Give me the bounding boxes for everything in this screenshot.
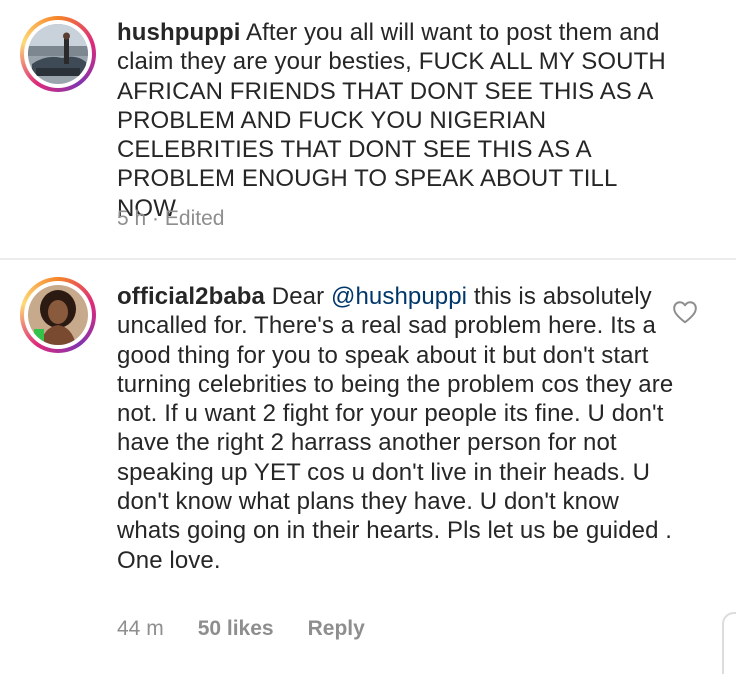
comment-body-start: Dear xyxy=(271,283,331,310)
corner-edge-decoration xyxy=(722,612,736,674)
username-link[interactable]: official2baba xyxy=(117,283,265,310)
mention-link[interactable]: @hushpuppi xyxy=(331,283,467,310)
avatar-border xyxy=(24,20,92,88)
timestamp: 44 m xyxy=(117,617,164,640)
comment-meta: 5 h · Edited xyxy=(117,207,258,231)
reply-button[interactable]: Reply xyxy=(308,617,365,640)
avatar-story-ring[interactable] xyxy=(20,16,96,92)
comment-official2baba: official2baba Dear @hushpuppi this is ab… xyxy=(0,262,736,663)
comment-meta: 44 m 50 likes Reply xyxy=(117,617,399,641)
username-link[interactable]: hushpuppi xyxy=(117,19,241,46)
avatar-hushpuppi[interactable] xyxy=(28,24,88,84)
meta-separator: · xyxy=(152,207,160,230)
timestamp: 5 h xyxy=(117,207,147,230)
avatar-border xyxy=(24,281,92,349)
avatar-image-icon xyxy=(28,285,88,345)
avatar-story-ring[interactable] xyxy=(20,277,96,353)
comment-body: After you all will want to post them and… xyxy=(117,19,666,222)
likes-count[interactable]: 50 likes xyxy=(198,617,274,640)
avatar-official2baba[interactable] xyxy=(28,285,88,345)
comment-text: official2baba Dear @hushpuppi this is ab… xyxy=(117,282,677,575)
comment-divider xyxy=(0,258,736,260)
comment-hushpuppi: hushpuppi After you all will want to pos… xyxy=(0,0,736,258)
heart-outline-icon[interactable] xyxy=(672,300,698,324)
avatar-image-icon xyxy=(28,24,88,84)
comment-text: hushpuppi After you all will want to pos… xyxy=(117,18,677,223)
edited-label: Edited xyxy=(164,207,225,230)
comment-body-rest: this is absolutely uncalled for. There's… xyxy=(117,283,674,574)
